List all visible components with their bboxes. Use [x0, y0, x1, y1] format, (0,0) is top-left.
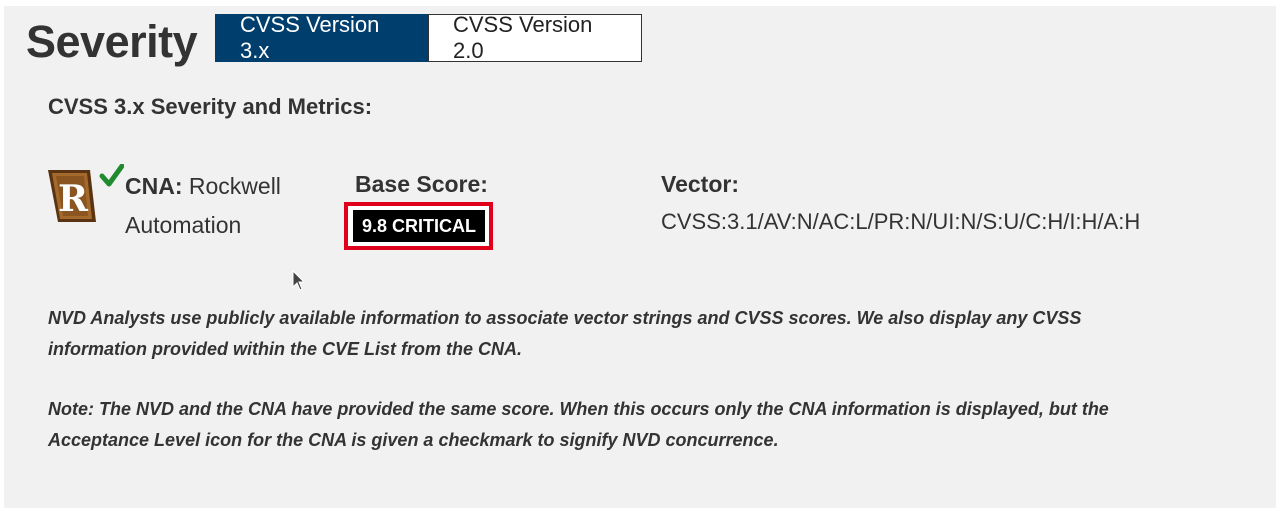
- base-score-label: Base Score:: [355, 171, 488, 197]
- mouse-cursor-icon: [292, 270, 306, 291]
- severity-badge[interactable]: 9.8 CRITICAL: [353, 210, 485, 242]
- tab-cvss-3x[interactable]: CVSS Version 3.x: [215, 12, 428, 63]
- logo-letter: R: [58, 178, 89, 220]
- tab-cvss-2[interactable]: CVSS Version 2.0: [428, 12, 642, 63]
- analysts-note: NVD Analysts use publicly available info…: [48, 308, 1082, 359]
- vector-label: Vector:: [661, 171, 739, 197]
- same-score-note: Note: The NVD and the CNA have provided …: [48, 399, 1109, 450]
- cna-info: CNA: Rockwell Automation: [125, 167, 310, 245]
- score-highlight-box: 9.8 CRITICAL: [344, 202, 493, 250]
- acceptance-level-icon: R: [48, 164, 124, 222]
- checkmark-icon: [99, 164, 124, 187]
- vector-string[interactable]: CVSS:3.1/AV:N/AC:L/PR:N/UI:N/S:U/C:H/I:H…: [661, 206, 1140, 238]
- cna-label: CNA:: [125, 173, 183, 199]
- section-title: Severity: [26, 16, 198, 67]
- metrics-subtitle: CVSS 3.x Severity and Metrics:: [48, 94, 373, 119]
- cvss-version-tabs: CVSS Version 3.x CVSS Version 2.0: [215, 12, 642, 63]
